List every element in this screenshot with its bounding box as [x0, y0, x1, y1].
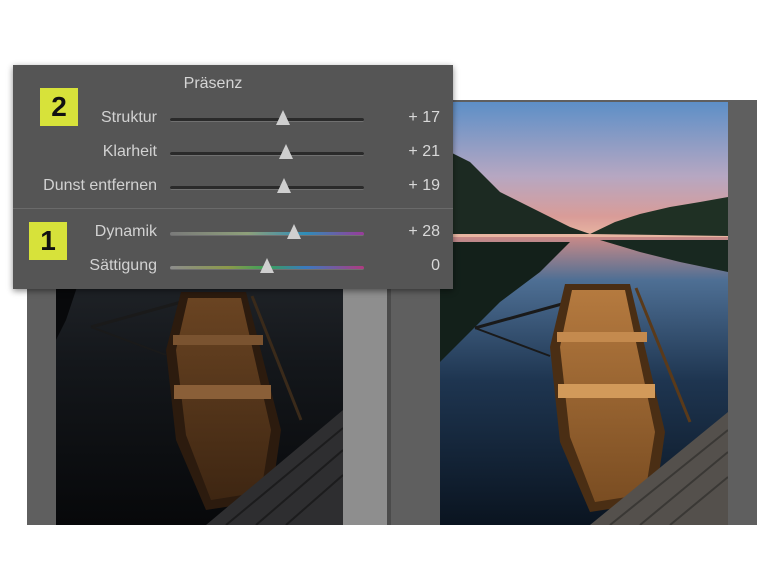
struktur-slider-track[interactable] [170, 118, 364, 122]
slider-row-dynamik: Dynamik + 28 [13, 221, 453, 245]
dynamik-slider-track[interactable] [170, 232, 364, 236]
slider-label: Struktur [100, 109, 157, 126]
after-photo [440, 102, 728, 525]
slider-value[interactable]: + 28 [380, 223, 440, 241]
struktur-slider-thumb[interactable] [275, 110, 290, 125]
slider-label: Sättigung [89, 257, 157, 274]
klarheit-slider-track[interactable] [170, 152, 364, 156]
slider-value[interactable]: + 19 [380, 177, 440, 195]
dunst-entfernen-slider-track[interactable] [170, 186, 364, 190]
slider-label: Klarheit [102, 143, 157, 160]
slider-row-saettigung: Sättigung 0 [13, 255, 453, 279]
dynamik-slider-thumb[interactable] [287, 224, 302, 239]
slider-row-dunst-entfernen: Dunst entfernen + 19 [13, 175, 453, 199]
section-divider [13, 208, 453, 209]
presence-panel: Präsenz Struktur + 17 Klarheit + 21 Duns… [13, 65, 453, 289]
slider-value[interactable]: 0 [380, 257, 440, 275]
slider-value[interactable]: + 21 [380, 143, 440, 161]
slider-row-struktur: Struktur + 17 [13, 107, 453, 131]
saettigung-slider-thumb[interactable] [260, 258, 274, 273]
slider-label: Dynamik [94, 223, 157, 240]
slider-label: Dunst entfernen [43, 177, 157, 194]
slider-value[interactable]: + 17 [380, 109, 440, 127]
slider-row-klarheit: Klarheit + 21 [13, 141, 453, 165]
dunst-entfernen-slider-thumb[interactable] [277, 178, 292, 193]
klarheit-slider-thumb[interactable] [279, 144, 294, 159]
callout-badge-1: 1 [29, 222, 67, 260]
callout-badge-2: 2 [40, 88, 78, 126]
